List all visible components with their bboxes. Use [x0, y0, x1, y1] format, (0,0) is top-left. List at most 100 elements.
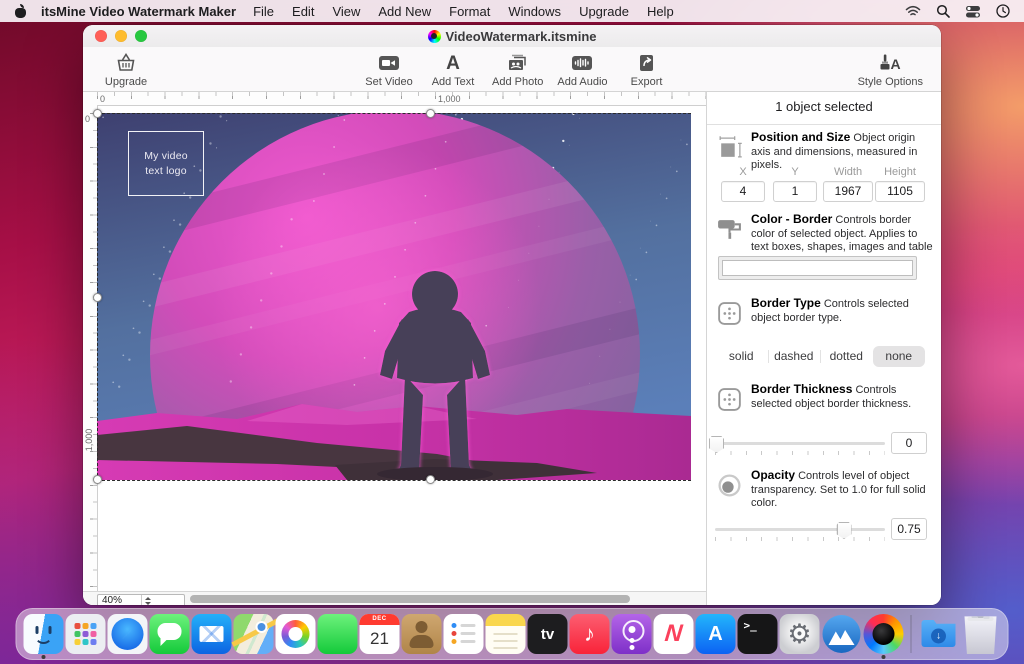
add-photo-button[interactable]: Add Photo: [492, 51, 543, 88]
search-icon[interactable]: [936, 4, 950, 18]
menu-format[interactable]: Format: [440, 4, 499, 19]
border-color-well[interactable]: [718, 256, 917, 280]
ruler-corner: [83, 92, 98, 106]
window-title: VideoWatermark.itsmine: [83, 25, 941, 47]
reminders-dock-icon[interactable]: [444, 614, 484, 654]
inspector-panel: 1 object selected Position and Size Obje…: [706, 92, 941, 605]
tv-dock-icon[interactable]: tv: [528, 614, 568, 654]
style-brush-icon: A: [877, 51, 903, 75]
toolbar-center-group: Set Video AAdd Text Add Photo Add Audio Expo…: [244, 51, 672, 88]
selection-handle-left-middle[interactable]: [93, 293, 102, 302]
text-icon: A: [440, 51, 466, 75]
position-size-icon: [716, 134, 743, 161]
export-icon: [634, 51, 660, 75]
settings-dock-icon[interactable]: ⚙: [780, 614, 820, 654]
control-center-icon[interactable]: [965, 5, 981, 18]
desktop-wallpaper: itsMine Video Watermark Maker FileEditVi…: [0, 0, 1024, 664]
style-options-button[interactable]: A Style Options: [858, 51, 923, 88]
horizontal-ruler: 0 1,000: [97, 92, 706, 106]
trash-dock-icon[interactable]: [961, 614, 1001, 654]
photo-icon: [505, 51, 531, 75]
set-video-button[interactable]: Set Video: [364, 51, 414, 88]
apple-menu-icon[interactable]: [14, 5, 27, 18]
border-thickness-text: Border Thickness Controls selected objec…: [751, 383, 934, 411]
menu-file[interactable]: File: [244, 4, 283, 19]
basket-icon: [113, 51, 139, 75]
wifi-icon[interactable]: [905, 5, 921, 17]
downloads-dock-icon[interactable]: [919, 614, 959, 654]
menubar-app-name[interactable]: itsMine Video Watermark Maker: [41, 4, 236, 19]
border-type-none[interactable]: none: [873, 346, 926, 367]
news-dock-icon[interactable]: N: [654, 614, 694, 654]
menu-view[interactable]: View: [323, 4, 369, 19]
calendar-dock-icon[interactable]: DEC21: [360, 614, 400, 654]
border-type-solid[interactable]: solid: [715, 346, 768, 367]
border-type-segmented-control: soliddasheddottednone: [715, 346, 925, 367]
mail-dock-icon[interactable]: [192, 614, 232, 654]
paint-roller-icon: [716, 216, 743, 243]
opacity-text: Opacity Controls level of object transpa…: [751, 469, 934, 511]
selection-handle-top-left[interactable]: [93, 109, 102, 118]
opacity-icon: [716, 472, 743, 499]
finder-dock-icon[interactable]: [24, 614, 64, 654]
zoom-stepper-icon[interactable]: [141, 595, 185, 605]
appstore-dock-icon[interactable]: A: [696, 614, 736, 654]
field-y: Y1: [773, 166, 817, 202]
opacity-slider[interactable]: [715, 528, 885, 531]
border-thickness-icon: [716, 386, 743, 413]
music-dock-icon[interactable]: ♪: [570, 614, 610, 654]
border-type-dashed[interactable]: dashed: [768, 346, 821, 367]
selection-handle-top-center[interactable]: [426, 109, 435, 118]
menu-help[interactable]: Help: [638, 4, 683, 19]
clock-icon[interactable]: [996, 4, 1010, 18]
terminal-dock-icon[interactable]: >_: [738, 614, 778, 654]
messages-dock-icon[interactable]: [150, 614, 190, 654]
menu-bar: itsMine Video Watermark Maker FileEditVi…: [0, 0, 1024, 22]
menu-add-new[interactable]: Add New: [369, 4, 440, 19]
menu-upgrade[interactable]: Upgrade: [570, 4, 638, 19]
maps-dock-icon[interactable]: [234, 614, 274, 654]
svg-text:A: A: [446, 53, 460, 74]
zoom-level-value: 40%: [98, 595, 141, 605]
border-thickness-slider[interactable]: [715, 442, 885, 445]
menu-windows[interactable]: Windows: [499, 4, 570, 19]
zoom-level-control[interactable]: 40%: [97, 594, 185, 605]
itsmine-dock-icon[interactable]: [822, 614, 862, 654]
podcasts-dock-icon[interactable]: [612, 614, 652, 654]
launchpad-dock-icon[interactable]: [66, 614, 106, 654]
horizontal-scrollbar[interactable]: [190, 595, 630, 603]
menu-edit[interactable]: Edit: [283, 4, 323, 19]
selection-handle-bottom-left[interactable]: [93, 475, 102, 484]
dock-divider: [911, 615, 912, 653]
window-title-bar[interactable]: VideoWatermark.itsmine: [83, 25, 941, 47]
export-button[interactable]: Export: [622, 51, 672, 88]
contacts-dock-icon[interactable]: [402, 614, 442, 654]
notes-dock-icon[interactable]: [486, 614, 526, 654]
opacity-value[interactable]: 0.75: [891, 518, 927, 540]
running-indicator: [882, 655, 886, 659]
video-icon: [376, 51, 402, 75]
toolbar: Upgrade Set Video AAdd Text Add Photo Add A…: [83, 47, 941, 92]
canvas-bottom-bar: 40%: [83, 591, 706, 605]
border-type-icon: [716, 300, 743, 327]
add-text-button[interactable]: AAdd Text: [428, 51, 478, 88]
field-width: Width1967: [823, 166, 873, 202]
facetime-dock-icon[interactable]: [318, 614, 358, 654]
add-audio-button[interactable]: Add Audio: [557, 51, 607, 88]
photos-dock-icon[interactable]: [276, 614, 316, 654]
app-window: VideoWatermark.itsmine Upgrade Set Video…: [83, 25, 941, 605]
colorsync-dock-icon[interactable]: [864, 614, 904, 654]
audio-icon: [569, 51, 595, 75]
video-canvas[interactable]: My video text logo: [97, 113, 691, 480]
border-type-dotted[interactable]: dotted: [820, 346, 873, 367]
menubar-status-area: [905, 4, 1024, 18]
document-icon: [428, 30, 441, 43]
upgrade-button[interactable]: Upgrade: [101, 51, 151, 88]
border-thickness-value[interactable]: 0: [891, 432, 927, 454]
field-x: X4: [721, 166, 765, 202]
running-indicator: [42, 655, 46, 659]
safari-dock-icon[interactable]: [108, 614, 148, 654]
watermark-text-box[interactable]: My video text logo: [128, 131, 204, 196]
svg-text:A: A: [891, 56, 901, 72]
selection-handle-bottom-center[interactable]: [426, 475, 435, 484]
